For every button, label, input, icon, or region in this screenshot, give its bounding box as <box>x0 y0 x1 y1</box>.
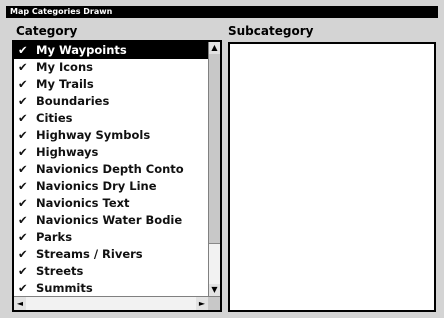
checkmark-icon[interactable]: ✔ <box>18 280 36 296</box>
category-item-label: Streets <box>36 264 84 278</box>
category-item-label: Navionics Text <box>36 196 130 210</box>
subcategory-listbox[interactable] <box>228 42 436 312</box>
checkmark-icon[interactable]: ✔ <box>18 59 36 76</box>
checkmark-icon[interactable]: ✔ <box>18 246 36 263</box>
category-item-label: Navionics Depth Conto <box>36 162 184 176</box>
category-item-label: Navionics Dry Line <box>36 179 157 193</box>
category-listbox[interactable]: ✔ My Waypoints ✔ My Icons ✔ My Trails ✔ Boundar… <box>12 40 222 312</box>
checkmark-icon[interactable]: ✔ <box>18 42 36 59</box>
category-item[interactable]: ✔ Summits <box>14 280 208 296</box>
scroll-right-icon[interactable]: ► <box>196 297 208 310</box>
category-item[interactable]: ✔ My Trails <box>14 76 208 93</box>
category-item[interactable]: ✔ Navionics Depth Conto <box>14 161 208 178</box>
category-item-label: Cities <box>36 111 73 125</box>
category-item[interactable]: ✔ My Icons <box>14 59 208 76</box>
category-item-label: Parks <box>36 230 73 244</box>
category-item-label: Summits <box>36 281 93 295</box>
category-label: Category <box>16 24 78 38</box>
window-title: Map Categories Drawn <box>6 6 438 18</box>
category-item-label: Navionics Water Bodie <box>36 213 183 227</box>
scroll-left-icon[interactable]: ◄ <box>14 297 26 310</box>
category-item-label: Boundaries <box>36 94 110 108</box>
category-item-label: Streams / Rivers <box>36 247 143 261</box>
category-item[interactable]: ✔ Highway Symbols <box>14 127 208 144</box>
horizontal-scroll-thumb[interactable] <box>26 297 196 310</box>
category-item-label: Highways <box>36 145 99 159</box>
category-horizontal-scrollbar[interactable]: ◄ ► <box>14 296 220 310</box>
scrollbar-corner <box>208 297 220 310</box>
checkmark-icon[interactable]: ✔ <box>18 178 36 195</box>
checkmark-icon[interactable]: ✔ <box>18 263 36 280</box>
scroll-down-icon[interactable]: ▼ <box>209 284 220 296</box>
checkmark-icon[interactable]: ✔ <box>18 229 36 246</box>
category-item-label: My Waypoints <box>36 43 127 57</box>
checkmark-icon[interactable]: ✔ <box>18 127 36 144</box>
checkmark-icon[interactable]: ✔ <box>18 161 36 178</box>
category-vertical-scrollbar[interactable]: ▲ ▼ <box>208 42 220 296</box>
category-list: ✔ My Waypoints ✔ My Icons ✔ My Trails ✔ Boundar… <box>14 42 208 296</box>
category-item[interactable]: ✔ Cities <box>14 110 208 127</box>
checkmark-icon[interactable]: ✔ <box>18 93 36 110</box>
checkmark-icon[interactable]: ✔ <box>18 110 36 127</box>
category-item[interactable]: ✔ My Waypoints <box>14 42 208 59</box>
category-item-label: Highway Symbols <box>36 128 151 142</box>
category-item[interactable]: ✔ Parks <box>14 229 208 246</box>
category-item[interactable]: ✔ Streets <box>14 263 208 280</box>
category-item[interactable]: ✔ Highways <box>14 144 208 161</box>
category-item[interactable]: ✔ Navionics Dry Line <box>14 178 208 195</box>
category-item-label: My Icons <box>36 60 93 74</box>
checkmark-icon[interactable]: ✔ <box>18 76 36 93</box>
checkmark-icon[interactable]: ✔ <box>18 212 36 229</box>
category-item[interactable]: ✔ Navionics Water Bodie <box>14 212 208 229</box>
category-item[interactable]: ✔ Boundaries <box>14 93 208 110</box>
checkmark-icon[interactable]: ✔ <box>18 144 36 161</box>
category-item[interactable]: ✔ Streams / Rivers <box>14 246 208 263</box>
subcategory-label: Subcategory <box>228 24 314 38</box>
category-item[interactable]: ✔ Navionics Text <box>14 195 208 212</box>
checkmark-icon[interactable]: ✔ <box>18 195 36 212</box>
scroll-up-icon[interactable]: ▲ <box>209 42 220 54</box>
vertical-scroll-thumb[interactable] <box>209 243 220 284</box>
category-item-label: My Trails <box>36 77 94 91</box>
